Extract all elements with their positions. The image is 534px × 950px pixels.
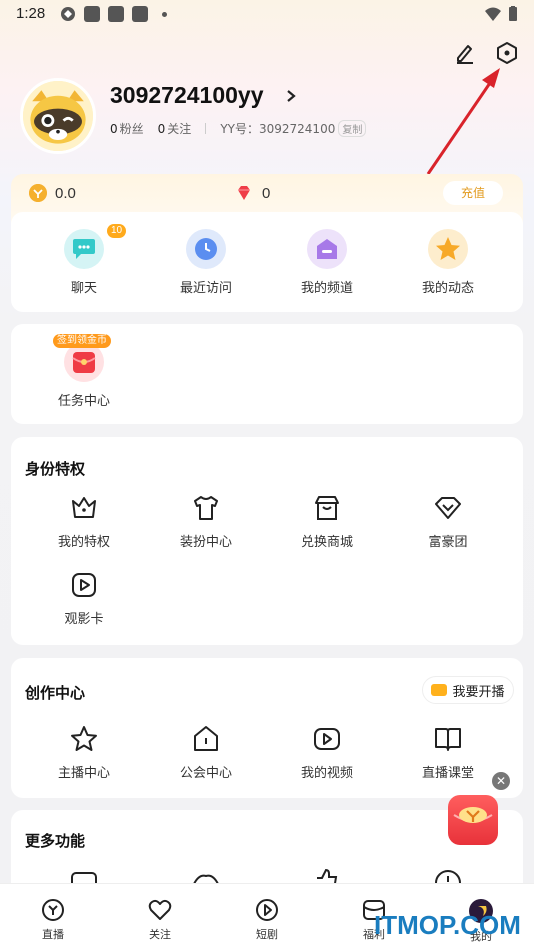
notification-square-icon [108,6,124,22]
nav-label: 直播 [42,928,64,941]
channel-icon [307,229,347,269]
creation-item-label: 直播课堂 [421,766,474,781]
identity-item-label: 我的特权 [57,535,110,550]
floating-gift-button[interactable] [448,795,498,845]
creation-item-my-videos[interactable]: 我的视频 [272,724,382,781]
identity-item-dressup[interactable]: 装扮中心 [151,493,261,550]
creation-item-label: 主播中心 [57,766,110,781]
nav-tab-follow[interactable]: 关注 [130,898,190,942]
star-icon [71,726,97,751]
follow-count[interactable]: 0 [158,122,166,136]
identity-item-privileges[interactable]: 我的特权 [29,493,139,550]
more-notifications-dot-icon [162,12,167,17]
identity-item-label: 兑换商城 [300,535,353,550]
nav-label: 短剧 [256,928,278,941]
heart-icon [148,899,172,920]
quick-action-recent-visits[interactable]: 最近访问 [151,229,261,296]
gem-icon [238,186,250,200]
video-camera-icon [431,684,448,696]
clock-icon [186,229,226,269]
live-tab-icon [42,899,64,921]
watermark: ITMOP.COM [374,910,521,940]
notification-square-icon [84,6,100,22]
red-envelope-icon [453,807,493,823]
more-section-title: 更多功能 [25,832,86,850]
creation-item-guild-center[interactable]: 公会中心 [151,724,261,781]
shirt-icon [194,496,218,520]
coin-icon [29,184,47,202]
profile-stats: 0 粉丝 0 关注 YY号： 3092724100 复制 [110,120,367,137]
yy-id-label: YY号： [220,122,259,136]
chat-icon [64,229,104,269]
identity-item-label: 富豪团 [428,535,468,550]
quick-action-my-moments[interactable]: 我的动态 [393,229,503,296]
identity-item-exchange-mall[interactable]: 兑换商城 [272,493,382,550]
creation-item-label: 公会中心 [179,766,232,781]
quick-action-my-channel[interactable]: 我的频道 [272,229,382,296]
creation-card: 创作中心 我要开播 主播中心 公会中心 我的视频 直播课堂 [11,658,523,798]
divider [205,123,207,134]
wifi-icon [485,7,501,21]
guild-icon [194,726,218,751]
quick-action-chat[interactable]: 10 聊天 [29,224,139,296]
movie-card-icon [72,573,96,597]
follow-label[interactable]: 关注 [167,120,191,137]
status-time: 1:28 [16,5,46,22]
creation-item-anchor-center[interactable]: 主播中心 [29,724,139,781]
start-live-label: 我要开播 [452,684,505,700]
annotation-arrow-icon [426,68,500,175]
diamond-icon [435,497,461,519]
play-circle-icon [256,899,278,921]
chat-unread-badge: 10 [107,224,127,238]
task-center-button[interactable]: 签到领金币 任务中心 [29,334,139,409]
settings-icon[interactable] [494,40,520,66]
red-envelope-icon [64,342,104,382]
yy-id: 3092724100 [258,121,336,136]
creation-item-live-class[interactable]: 直播课堂 [393,724,503,781]
app-notification-icon [61,7,75,21]
crown-icon [72,497,96,518]
status-bar: 1:28 [0,0,534,30]
star-moments-icon [428,229,468,269]
task-center-label: 任务中心 [57,394,110,409]
copy-id-button[interactable]: 复制 [338,120,367,137]
nav-label: 关注 [149,928,171,941]
recharge-button[interactable]: 充值 [443,181,503,205]
quick-action-label: 我的动态 [421,281,474,296]
creation-section-title: 创作中心 [25,684,86,702]
task-card: 签到领金币 任务中心 [11,324,523,424]
identity-item-label: 装扮中心 [179,535,232,550]
raccoon-avatar-icon [23,81,93,151]
shop-icon [315,496,339,520]
identity-item-label: 观影卡 [64,612,104,627]
identity-item-movie-card[interactable]: 观影卡 [29,570,139,627]
book-icon [435,728,461,751]
creation-item-label: 我的视频 [300,766,353,781]
nav-tab-live[interactable]: 直播 [23,898,83,942]
quick-actions-card: 10 聊天 最近访问 我的频道 我的动态 [11,212,523,312]
sign-in-coins-badge: 签到领金币 [53,334,111,348]
quick-action-label: 聊天 [70,281,97,296]
chevron-right-icon[interactable] [284,88,298,104]
close-floating-gift-button[interactable]: ✕ [492,772,510,790]
fans-label[interactable]: 粉丝 [120,120,144,137]
coin-balance[interactable]: 0.0 [55,185,76,202]
battery-icon [509,6,517,21]
edit-profile-icon[interactable] [452,40,478,66]
identity-item-rich-club[interactable]: 富豪团 [393,493,503,550]
quick-action-label: 最近访问 [179,281,232,296]
quick-action-label: 我的频道 [300,281,353,296]
start-live-button[interactable]: 我要开播 [422,676,514,704]
nav-tab-short-drama[interactable]: 短剧 [237,898,297,942]
notification-square-icon [132,6,148,22]
avatar[interactable] [20,78,96,154]
identity-card: 身份特权 我的特权 装扮中心 兑换商城 富豪团 观影卡 [11,437,523,645]
identity-section-title: 身份特权 [25,460,86,478]
username[interactable]: 3092724100yy [110,82,264,109]
fans-count[interactable]: 0 [110,122,118,136]
gem-balance[interactable]: 0 [262,185,270,202]
video-icon [314,728,340,750]
